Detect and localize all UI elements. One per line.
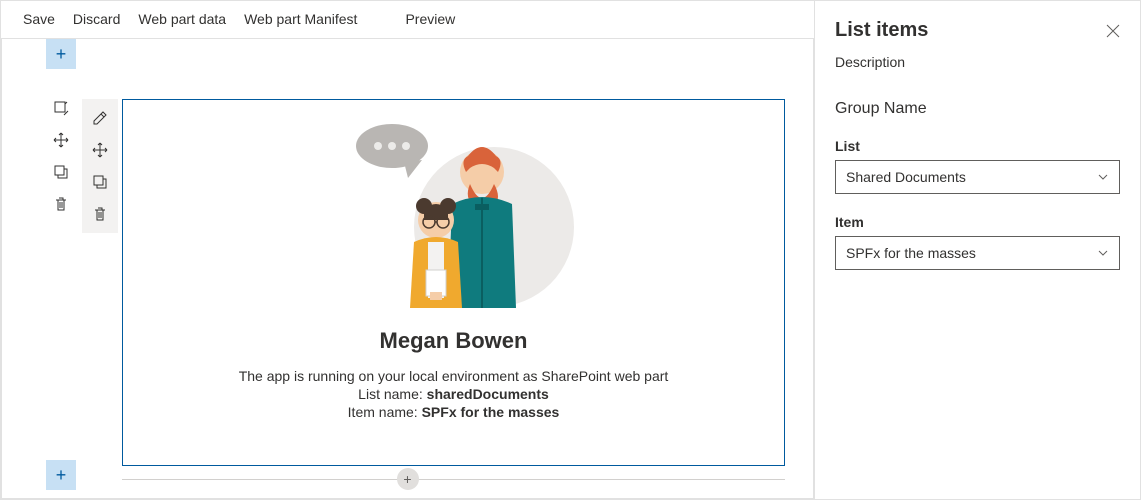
edit-section-icon[interactable] [52,99,70,117]
list-dropdown-value: Shared Documents [846,169,966,185]
close-icon[interactable] [1106,24,1120,38]
group-name-heading: Group Name [835,100,1120,118]
move-section-icon[interactable] [52,131,70,149]
save-button[interactable]: Save [23,11,55,27]
item-label: Item [835,214,1120,230]
section-rail [46,99,76,213]
user-name: Megan Bowen [380,328,528,354]
webpart-preview-card: Megan Bowen The app is running on your l… [122,99,785,466]
welcome-illustration [334,112,574,322]
list-name-row: List name: sharedDocuments [358,386,549,402]
divider [122,479,785,480]
webpart-data-button[interactable]: Web part data [138,11,226,27]
delete-section-icon[interactable] [52,195,70,213]
plus-icon: + [56,44,67,65]
discard-button[interactable]: Discard [73,11,120,27]
webpart-rail [82,99,118,233]
list-label: List [835,138,1120,154]
panel-title: List items [835,19,928,42]
panel-description: Description [835,54,1120,70]
plus-icon: + [56,465,67,486]
move-webpart-icon[interactable] [91,141,109,159]
environment-text: The app is running on your local environ… [239,368,669,384]
plus-icon: + [403,471,411,487]
toolbar: Save Discard Web part data Web part Mani… [1,1,814,38]
webpart-manifest-button[interactable]: Web part Manifest [244,11,357,27]
item-dropdown-value: SPFx for the masses [846,245,976,261]
preview-button[interactable]: Preview [405,11,455,27]
canvas: + [1,38,814,499]
add-section-bottom-button[interactable]: + [46,460,76,490]
delete-webpart-icon[interactable] [91,205,109,223]
duplicate-section-icon[interactable] [52,163,70,181]
item-name-row: Item name: SPFx for the masses [348,404,560,420]
chevron-down-icon [1097,247,1109,259]
edit-webpart-icon[interactable] [91,109,109,127]
add-section-top-button[interactable]: + [46,39,76,69]
add-webpart-button[interactable]: + [397,468,419,490]
item-dropdown[interactable]: SPFx for the masses [835,236,1120,270]
chevron-down-icon [1097,171,1109,183]
list-dropdown[interactable]: Shared Documents [835,160,1120,194]
duplicate-webpart-icon[interactable] [91,173,109,191]
property-panel: List items Description Group Name List S… [814,1,1140,499]
